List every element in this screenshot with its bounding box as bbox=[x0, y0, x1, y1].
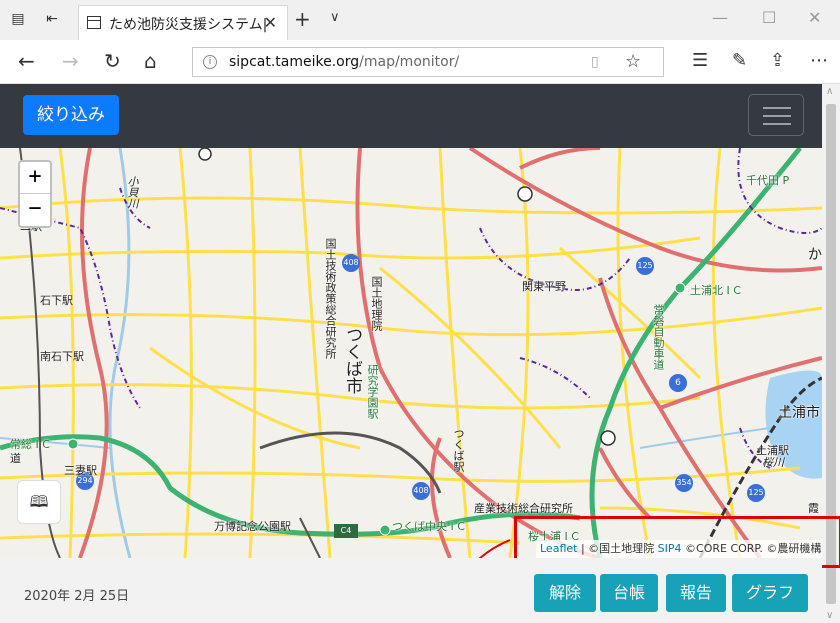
footer-bar: 2020年 2月 25日 解除 台帳 報告 グラフ bbox=[0, 558, 822, 623]
report-button[interactable]: 報告 bbox=[666, 574, 726, 612]
ledger-button[interactable]: 台帳 bbox=[600, 574, 658, 612]
graph-button[interactable]: グラフ bbox=[732, 574, 808, 612]
annotation-arrow bbox=[439, 539, 511, 623]
date-label: 2020年 2月 25日 bbox=[24, 589, 130, 604]
clear-button[interactable]: 解除 bbox=[534, 574, 596, 612]
